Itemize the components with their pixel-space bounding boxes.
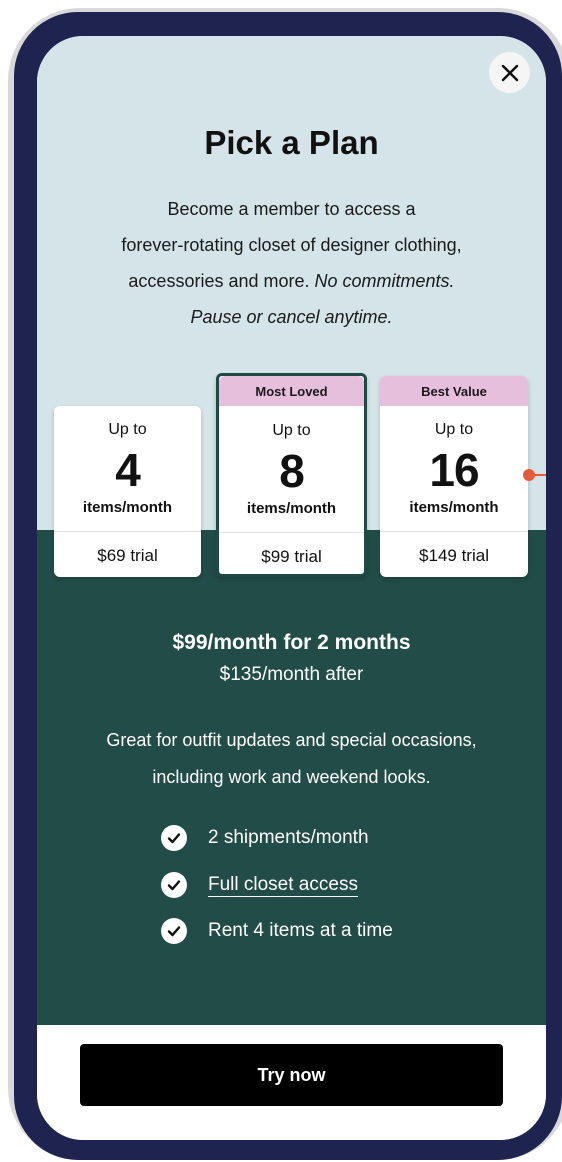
feature-text: 2 shipments/month <box>208 827 369 848</box>
selected-plan-price: $99/month for 2 months <box>172 631 411 654</box>
description-line: including work and weekend looks. <box>152 767 431 787</box>
plan-item-count: 8 <box>279 445 305 497</box>
plan-divider <box>219 532 364 533</box>
check-icon <box>161 918 187 944</box>
full-closet-access-link[interactable]: Full closet access <box>208 874 358 896</box>
plan-up-to-label: Up to <box>434 421 474 438</box>
description-line: Great for outfit updates and special occ… <box>106 730 477 750</box>
plan-unit-label: items/month <box>409 499 499 516</box>
plan-description: Great for outfit updates and special occ… <box>57 722 526 796</box>
plan-up-to-label: Up to <box>272 422 311 439</box>
plan-divider <box>380 531 528 532</box>
feature-item: Full closet access <box>161 870 358 900</box>
plan-item-count: 16 <box>429 444 479 496</box>
plan-card-4-items[interactable]: Up to 4 items/month $69 trial <box>54 406 201 577</box>
subtitle-line: Pause or cancel anytime. <box>67 299 516 335</box>
plan-divider <box>54 531 201 532</box>
plan-price: $99 trial <box>261 547 322 566</box>
close-icon <box>501 64 518 81</box>
feature-item: 2 shipments/month <box>161 823 369 853</box>
plan-unit-label: items/month <box>82 499 173 516</box>
plan-item-count: 4 <box>115 444 141 496</box>
subtitle-text: accessories and more. <box>128 271 310 291</box>
subtitle-line: Become a member to access a <box>167 199 416 219</box>
plan-up-to-label: Up to <box>108 421 147 438</box>
annotation-marker-dot <box>523 469 535 481</box>
page-subtitle: Become a member to access a forever-rota… <box>67 191 516 335</box>
plan-badge-best-value: Best Value <box>380 376 528 406</box>
check-icon <box>161 872 187 898</box>
plan-price: $149 trial <box>419 546 489 565</box>
plan-card-16-items[interactable]: Best Value Up to 16 items/month $149 tri… <box>380 376 528 577</box>
subtitle-line: accessories and more. No commitments. <box>67 263 516 299</box>
subtitle-emphasis: Pause or cancel anytime. <box>190 307 393 327</box>
try-now-button[interactable]: Try now <box>80 1044 503 1106</box>
selected-plan-price-after: $135/month after <box>219 664 364 685</box>
subtitle-line: forever-rotating closet of designer clot… <box>121 235 462 255</box>
check-icon <box>161 825 187 851</box>
plan-unit-label: items/month <box>246 500 337 517</box>
subtitle-emphasis: No commitments. <box>314 271 455 291</box>
feature-item: Rent 4 items at a time <box>161 916 393 946</box>
plan-badge-most-loved: Most Loved <box>219 376 364 406</box>
close-button[interactable] <box>489 52 530 93</box>
plan-picker-screen: Pick a Plan Become a member to access a … <box>37 36 546 1140</box>
plan-card-8-items[interactable]: Most Loved Up to 8 items/month $99 trial <box>216 373 367 577</box>
plan-price: $69 trial <box>97 546 158 565</box>
page-title: Pick a Plan <box>204 124 379 161</box>
feature-text: Rent 4 items at a time <box>208 920 393 941</box>
